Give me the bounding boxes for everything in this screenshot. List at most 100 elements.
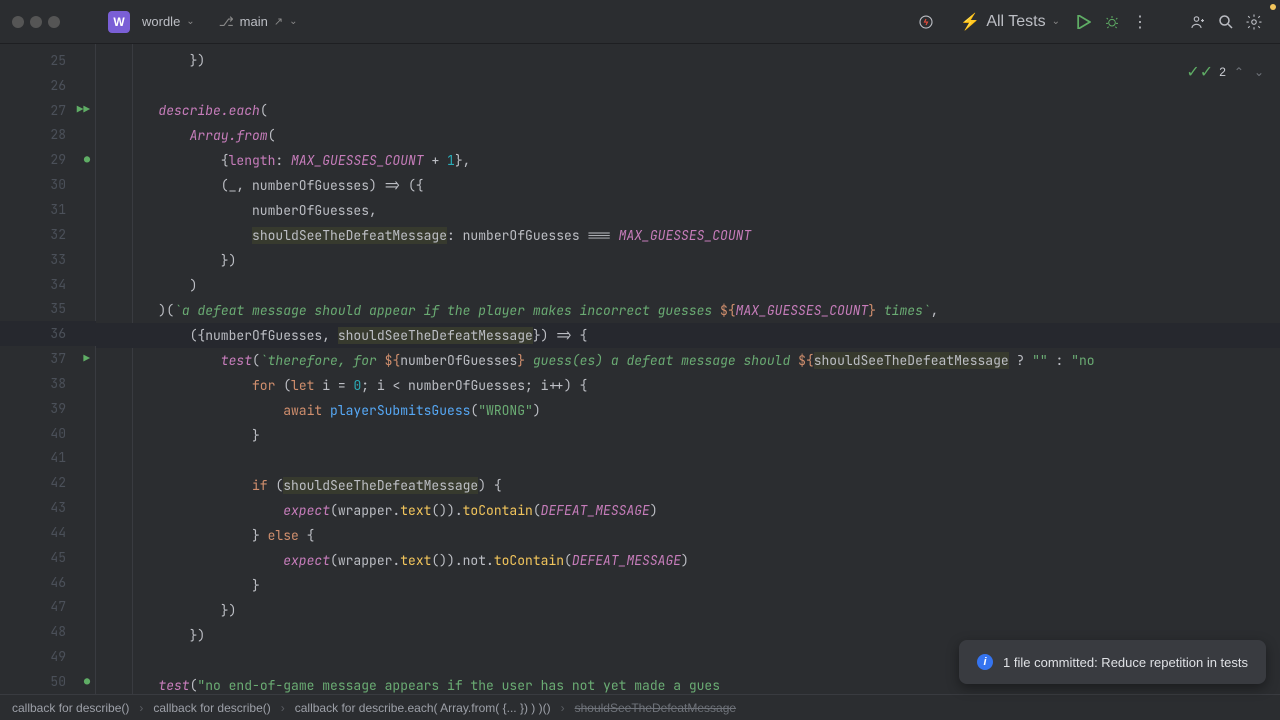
code-text: shouldSeeTheDefeatMessage — [252, 227, 447, 244]
code-text: ()). — [431, 502, 462, 519]
run-button[interactable] — [1070, 8, 1098, 36]
line-number[interactable]: 35 — [0, 296, 96, 321]
run-test-icon[interactable]: ▶ — [83, 352, 90, 366]
search-icon[interactable] — [1212, 8, 1240, 36]
code-text: if — [96, 477, 268, 494]
code-text: ) — [650, 502, 658, 519]
code-text: let — [291, 377, 314, 394]
more-icon[interactable]: ⋮ — [1126, 8, 1154, 36]
code-text: text — [400, 552, 431, 569]
line-number[interactable]: 40 — [0, 421, 96, 446]
line-number[interactable]: 30 — [0, 172, 96, 197]
settings-icon[interactable] — [1240, 8, 1268, 36]
editor: 25 26 27▶▶ 28 29● 30 31 32 33 34 35 36💡 … — [0, 44, 1280, 694]
maximize-window[interactable] — [48, 16, 60, 28]
code-text: MAX_GUESSES_COUNT — [619, 227, 752, 244]
debug-button[interactable] — [1098, 8, 1126, 36]
prev-highlight-icon[interactable]: ⌃ — [1232, 65, 1246, 79]
breadcrumb-item[interactable]: shouldSeeTheDefeatMessage — [575, 701, 736, 715]
code-text: }) — [96, 627, 205, 644]
branch-selector[interactable]: ⎇ main ↗ ⌄ — [211, 10, 306, 34]
line-number[interactable]: 31 — [0, 197, 96, 222]
commit-notification[interactable]: i 1 file committed: Reduce repetition in… — [959, 640, 1266, 684]
line-number[interactable]: 32 — [0, 222, 96, 247]
line-number[interactable]: 39 — [0, 396, 96, 421]
line-number[interactable]: 45 — [0, 545, 96, 570]
run-config-selector[interactable]: ⚡ All Tests ⌄ — [950, 8, 1070, 36]
run-test-icon[interactable]: ▶▶ — [77, 103, 90, 117]
code-text: ) { — [478, 477, 501, 494]
code-text: ( — [564, 552, 572, 569]
breadcrumb-item[interactable]: callback for describe() — [153, 701, 270, 715]
project-badge: W — [108, 11, 130, 33]
code-text: { — [96, 152, 229, 169]
line-number[interactable]: 29● — [0, 147, 96, 172]
code-text: }, — [455, 152, 471, 169]
line-number[interactable]: 37▶ — [0, 346, 96, 371]
minimize-window[interactable] — [30, 16, 42, 28]
code-text: MAX_GUESSES_COUNT — [736, 302, 869, 319]
line-number[interactable]: 49 — [0, 644, 96, 669]
line-number[interactable]: 27▶▶ — [0, 98, 96, 123]
code-text: .from — [229, 127, 268, 144]
gutter[interactable]: 25 26 27▶▶ 28 29● 30 31 32 33 34 35 36💡 … — [0, 44, 96, 694]
code-text: ${ — [798, 352, 814, 369]
line-number[interactable]: 36💡 — [0, 321, 96, 346]
line-number[interactable]: 41 — [0, 446, 96, 471]
line-number[interactable]: 38 — [0, 371, 96, 396]
code-text: ( — [268, 477, 284, 494]
code-content[interactable]: }) describe.each( Array.from( {length: M… — [96, 44, 1280, 694]
code-text: , — [931, 302, 939, 319]
main-toolbar: W wordle ⌄ ⎇ main ↗ ⌄ ⚡ All Tests ⌄ ⋮ — [0, 0, 1280, 44]
code-text: times` — [876, 302, 931, 319]
code-text: ( — [275, 377, 291, 394]
code-text: i = — [314, 377, 353, 394]
notification-message: 1 file committed: Reduce repetition in t… — [1003, 655, 1248, 670]
code-text: } — [96, 577, 260, 594]
line-number[interactable]: 26 — [0, 73, 96, 98]
breadcrumb-item[interactable]: callback for describe.each( Array.from( … — [295, 701, 551, 715]
line-number[interactable]: 47 — [0, 595, 96, 620]
line-number[interactable]: 48 — [0, 619, 96, 644]
window-controls[interactable] — [12, 16, 60, 28]
line-number[interactable]: 28 — [0, 123, 96, 148]
project-selector[interactable]: W wordle ⌄ — [100, 7, 203, 37]
code-text: ( — [533, 502, 541, 519]
line-number[interactable]: 25 — [0, 48, 96, 73]
code-with-me-icon[interactable] — [1184, 8, 1212, 36]
code-text: ({numberOfGuesses, — [96, 327, 338, 344]
next-highlight-icon[interactable]: ⌄ — [1252, 65, 1266, 79]
code-text: ${ — [720, 302, 736, 319]
line-number[interactable]: 43 — [0, 495, 96, 520]
vcs-change-icon[interactable]: ● — [84, 153, 90, 166]
breadcrumb-item[interactable]: callback for describe() — [12, 701, 129, 715]
code-text: + — [424, 152, 447, 169]
line-number[interactable]: 50● — [0, 669, 96, 694]
code-text: test — [96, 677, 190, 694]
code-text: numberOfGuesses — [400, 352, 517, 369]
code-text: ()).not. — [431, 552, 493, 569]
code-text: ( — [470, 402, 478, 419]
code-text: numberOfGuesses, — [96, 202, 377, 219]
line-number[interactable]: 34 — [0, 272, 96, 297]
ai-icon[interactable] — [912, 8, 940, 36]
line-number[interactable]: 44 — [0, 520, 96, 545]
code-text: }) — [96, 52, 205, 69]
code-text: (_, numberOfGuesses) => ({ — [96, 177, 424, 194]
code-text: playerSubmitsGuess — [330, 402, 470, 419]
code-text: else — [268, 527, 299, 544]
code-text: describe — [96, 102, 221, 119]
code-text: for — [96, 377, 275, 394]
code-text: 0 — [353, 377, 361, 394]
inspection-hints[interactable]: ✓✓ 2 ⌃ ⌄ — [1186, 62, 1266, 82]
code-text: : — [275, 152, 291, 169]
code-text — [322, 402, 330, 419]
close-window[interactable] — [12, 16, 24, 28]
line-number[interactable]: 46 — [0, 570, 96, 595]
line-number[interactable]: 33 — [0, 247, 96, 272]
vcs-change-icon[interactable]: ● — [84, 675, 90, 688]
code-text: toContain — [463, 502, 533, 519]
line-number[interactable]: 42 — [0, 470, 96, 495]
code-text: `therefore, for — [260, 352, 385, 369]
code-text: Array — [96, 127, 229, 144]
